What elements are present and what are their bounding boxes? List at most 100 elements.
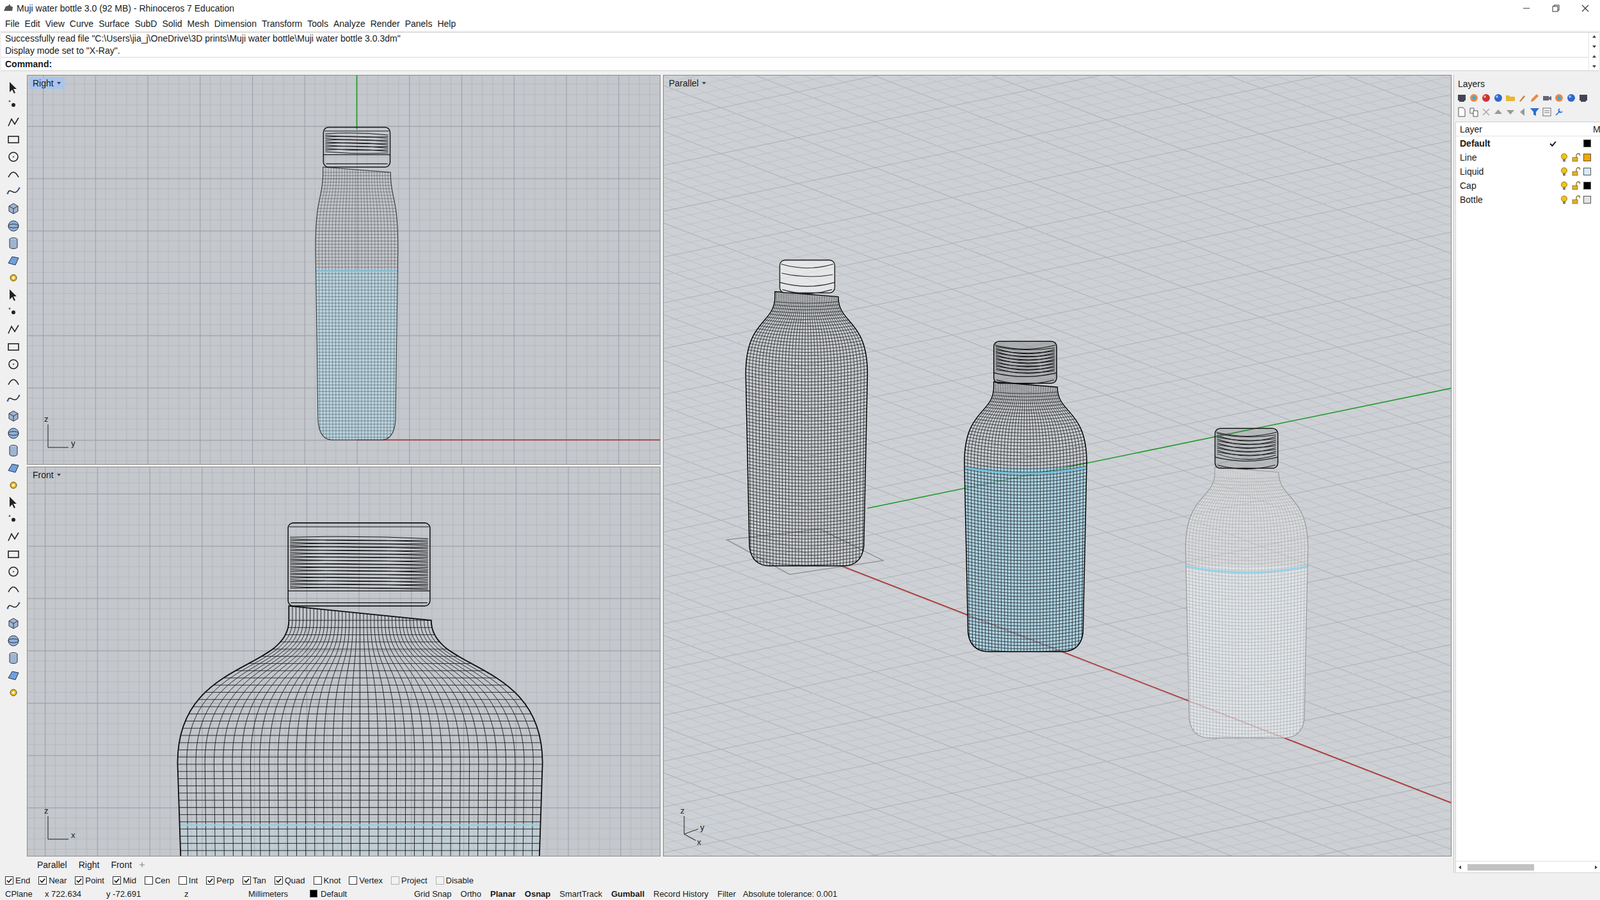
- osnap-checkbox[interactable]: End: [5, 875, 31, 886]
- osnap-checkbox[interactable]: Point: [74, 875, 105, 886]
- move-out-icon[interactable]: [1517, 106, 1528, 118]
- color-wheel-icon[interactable]: [1553, 92, 1565, 104]
- tool-button[interactable]: [3, 303, 24, 321]
- menu-item[interactable]: Help: [434, 17, 459, 31]
- tool-button[interactable]: [3, 441, 24, 459]
- viewport-title[interactable]: Front: [29, 469, 65, 481]
- column-header[interactable]: M: [1592, 124, 1600, 135]
- tool-button[interactable]: [3, 493, 24, 511]
- horizontal-scrollbar[interactable]: [1456, 860, 1600, 873]
- close-button[interactable]: [1570, 0, 1600, 17]
- layer-name[interactable]: Bottle: [1459, 194, 1547, 205]
- layer-row[interactable]: Cap: [1456, 178, 1600, 193]
- viewport[interactable]: Rightzy: [26, 74, 661, 465]
- bottle-with-liquid[interactable]: [963, 382, 1088, 656]
- layer-color-swatch[interactable]: [1583, 195, 1592, 204]
- layer-row[interactable]: Default: [1456, 136, 1600, 151]
- viewport-tab[interactable]: Parallel: [32, 858, 73, 872]
- lightbulb-icon[interactable]: [1560, 167, 1568, 177]
- menu-item[interactable]: Panels: [402, 17, 436, 31]
- tool-button[interactable]: [3, 389, 24, 408]
- tool-button[interactable]: [3, 424, 24, 442]
- tool-button[interactable]: [3, 251, 24, 269]
- tool-button[interactable]: [3, 113, 24, 131]
- menu-item[interactable]: View: [42, 17, 68, 31]
- new-layer-icon[interactable]: [1456, 106, 1467, 118]
- move-up-icon[interactable]: [1493, 106, 1504, 118]
- menu-item[interactable]: Render: [368, 17, 403, 31]
- tool-button[interactable]: [3, 234, 24, 252]
- menu-item[interactable]: Analyze: [330, 17, 368, 31]
- status-toggle[interactable]: Grid Snap: [409, 888, 457, 899]
- tool-button[interactable]: [3, 648, 24, 667]
- status-toggle[interactable]: Osnap: [520, 888, 555, 899]
- viewport[interactable]: Parallelzyx: [663, 74, 1452, 857]
- caret-left-icon[interactable]: [1457, 864, 1463, 870]
- menu-item[interactable]: File: [2, 17, 23, 31]
- status-toggle[interactable]: Filter: [712, 888, 741, 899]
- osnap-checkbox[interactable]: Int: [178, 875, 198, 886]
- caret-down-icon[interactable]: [1591, 64, 1597, 70]
- padlock-icon[interactable]: [1571, 152, 1581, 162]
- pencil-icon[interactable]: [1529, 92, 1540, 104]
- viewport[interactable]: Frontzx: [26, 466, 661, 857]
- folder-icon[interactable]: [1505, 92, 1516, 104]
- caret-up-icon[interactable]: [1591, 33, 1597, 40]
- units[interactable]: Millimeters: [248, 888, 310, 899]
- padlock-icon[interactable]: [1571, 195, 1581, 205]
- lightbulb-icon[interactable]: [1560, 152, 1568, 163]
- tool-button[interactable]: [3, 666, 24, 684]
- viewport-tab[interactable]: Right: [73, 858, 105, 872]
- tool-button[interactable]: [3, 355, 24, 373]
- lightbulb-icon[interactable]: [1560, 195, 1568, 205]
- osnap-checkbox[interactable]: Perp: [206, 875, 234, 886]
- layer-color-swatch[interactable]: [1583, 139, 1592, 148]
- osnap-checkbox[interactable]: Tan: [242, 875, 267, 886]
- caret-right-icon[interactable]: [1593, 864, 1599, 870]
- status-toggle[interactable]: Planar: [485, 888, 521, 899]
- restore-button[interactable]: [1541, 0, 1571, 17]
- display-icon[interactable]: [1566, 92, 1577, 104]
- status-toggle[interactable]: Record History: [648, 888, 713, 899]
- layer-name[interactable]: Liquid: [1459, 166, 1547, 177]
- brush-icon[interactable]: [1517, 92, 1528, 104]
- filter-icon[interactable]: [1529, 106, 1540, 118]
- cap-transparent[interactable]: [779, 259, 835, 294]
- tools-icon[interactable]: [1553, 106, 1565, 118]
- osnap-checkbox[interactable]: Knot: [313, 875, 342, 886]
- layer-row[interactable]: Line: [1456, 150, 1600, 165]
- padlock-icon[interactable]: [1571, 167, 1581, 176]
- menu-item[interactable]: Edit: [22, 17, 43, 31]
- lightbulb-icon[interactable]: [1560, 181, 1568, 191]
- display-icon[interactable]: [1493, 92, 1504, 104]
- layer-icon[interactable]: [1456, 92, 1467, 104]
- osnap-checkbox[interactable]: Disable: [435, 875, 474, 886]
- current-layer[interactable]: Default: [309, 888, 410, 899]
- right-view-canvas[interactable]: [27, 75, 660, 464]
- layer-color-swatch[interactable]: [1583, 153, 1592, 162]
- caret-up-icon[interactable]: [1591, 53, 1597, 59]
- tool-button[interactable]: [3, 182, 24, 200]
- menu-item[interactable]: Tools: [304, 17, 331, 31]
- layer-name[interactable]: Line: [1459, 152, 1547, 163]
- camera-icon[interactable]: [1541, 92, 1552, 104]
- cap-ghosted[interactable]: [1214, 428, 1278, 469]
- tool-button[interactable]: [3, 268, 24, 287]
- caret-down-icon[interactable]: [56, 472, 62, 478]
- tool-button[interactable]: [3, 130, 24, 148]
- command-scrollbar[interactable]: [1588, 32, 1599, 71]
- command-input[interactable]: [53, 58, 1585, 70]
- delete-icon[interactable]: [1480, 106, 1492, 118]
- layer-icon[interactable]: [1578, 92, 1589, 104]
- cap-front-view[interactable]: [288, 522, 431, 607]
- bottle-side-view[interactable]: [314, 167, 400, 443]
- menu-item[interactable]: Surface: [96, 17, 132, 31]
- menu-item[interactable]: Curve: [67, 17, 96, 31]
- tool-button[interactable]: [3, 78, 24, 96]
- padlock-icon[interactable]: [1571, 181, 1581, 191]
- layer-row[interactable]: Bottle: [1456, 192, 1600, 207]
- cap-dark[interactable]: [993, 341, 1057, 384]
- tool-button[interactable]: [3, 614, 24, 632]
- caret-down-icon[interactable]: [56, 80, 62, 86]
- tool-button[interactable]: [3, 372, 24, 390]
